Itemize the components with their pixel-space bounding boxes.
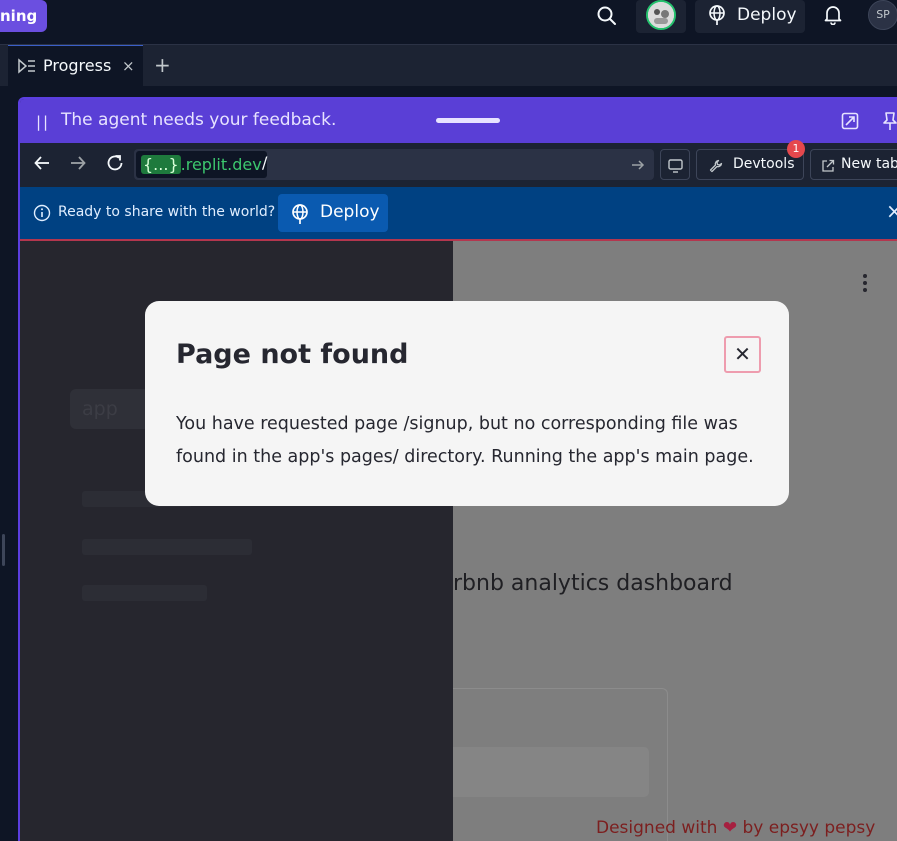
tab-bar: Progress × + xyxy=(0,44,897,87)
progress-icon xyxy=(17,58,37,78)
resize-handle[interactable] xyxy=(2,534,5,566)
top-bar: ning Deploy SP xyxy=(0,0,897,40)
forward-arrow-icon[interactable] xyxy=(69,154,87,176)
agent-avatar-button[interactable] xyxy=(636,0,686,33)
browser-toolbar: {...} .replit.dev / Devtools 1 New tab xyxy=(20,140,897,187)
kebab-menu-icon[interactable] xyxy=(862,273,868,297)
deploy-button[interactable]: Deploy xyxy=(695,0,805,33)
close-dialog-button[interactable]: ✕ xyxy=(724,336,761,373)
go-arrow-icon[interactable] xyxy=(631,157,645,176)
add-tab-button[interactable]: + xyxy=(154,53,171,77)
feedback-bar: || The agent needs your feedback. xyxy=(20,99,897,143)
globe-icon xyxy=(290,204,310,228)
monitor-icon xyxy=(668,158,683,177)
new-tab-label: New tab xyxy=(841,156,897,172)
info-icon xyxy=(33,204,51,226)
sidebar-link[interactable] xyxy=(82,539,252,555)
devtools-button[interactable]: Devtools 1 xyxy=(696,140,805,180)
share-banner: Ready to share with the world? Deploy × xyxy=(20,187,897,239)
search-icon[interactable] xyxy=(596,5,618,27)
footer-suffix: by epsyy pepsy xyxy=(742,818,876,838)
page-not-found-dialog: Page not found ✕ You have requested page… xyxy=(145,301,789,506)
devtools-label: Devtools xyxy=(733,156,795,172)
share-message: Ready to share with the world? xyxy=(58,204,276,220)
card-input[interactable] xyxy=(453,747,649,797)
app-footer: Designed with ❤ by epsyy pepsy xyxy=(596,818,875,838)
pause-icon[interactable]: || xyxy=(36,113,50,131)
feedback-message: The agent needs your feedback. xyxy=(61,110,337,130)
dialog-message: You have requested page /signup, but no … xyxy=(176,414,754,467)
plan-badge[interactable]: ning xyxy=(0,0,48,32)
dialog-title: Page not found xyxy=(176,339,409,370)
bell-icon[interactable] xyxy=(822,3,844,29)
pin-icon[interactable] xyxy=(882,111,897,135)
url-bar[interactable]: {...} .replit.dev / xyxy=(134,149,654,180)
deploy-label: Deploy xyxy=(737,5,797,25)
close-tab-icon[interactable]: × xyxy=(122,57,135,75)
reload-icon[interactable] xyxy=(105,153,125,177)
user-avatar[interactable]: SP xyxy=(868,0,897,30)
avatar xyxy=(646,0,676,30)
wrench-icon xyxy=(709,158,723,177)
footer-prefix: Designed with xyxy=(596,818,718,838)
popout-icon[interactable] xyxy=(841,112,859,134)
back-arrow-icon[interactable] xyxy=(33,154,51,176)
url-path[interactable]: / xyxy=(262,153,267,172)
new-tab-button[interactable]: New tab xyxy=(810,149,897,180)
close-banner-icon[interactable]: × xyxy=(886,199,897,223)
tab-progress[interactable]: Progress × xyxy=(8,45,143,87)
heart-icon: ❤ xyxy=(722,818,738,838)
url-host: {...} .replit.dev xyxy=(136,151,267,178)
dashboard-title: rbnb analytics dashboard xyxy=(453,571,733,596)
url-host-suffix: .replit.dev xyxy=(180,155,262,174)
sidebar-nav-item[interactable]: app xyxy=(70,389,150,429)
sidebar-link[interactable] xyxy=(82,585,207,601)
share-deploy-button[interactable]: Deploy xyxy=(278,194,388,232)
drag-handle[interactable] xyxy=(436,118,500,123)
devtools-badge: 1 xyxy=(787,140,805,158)
share-deploy-label: Deploy xyxy=(320,202,380,222)
external-link-icon xyxy=(821,158,835,177)
screen-size-button[interactable] xyxy=(660,149,690,180)
left-rail xyxy=(0,86,18,841)
url-host-prefix: {...} xyxy=(141,155,181,174)
globe-icon xyxy=(707,5,727,29)
tab-label: Progress xyxy=(43,56,112,75)
